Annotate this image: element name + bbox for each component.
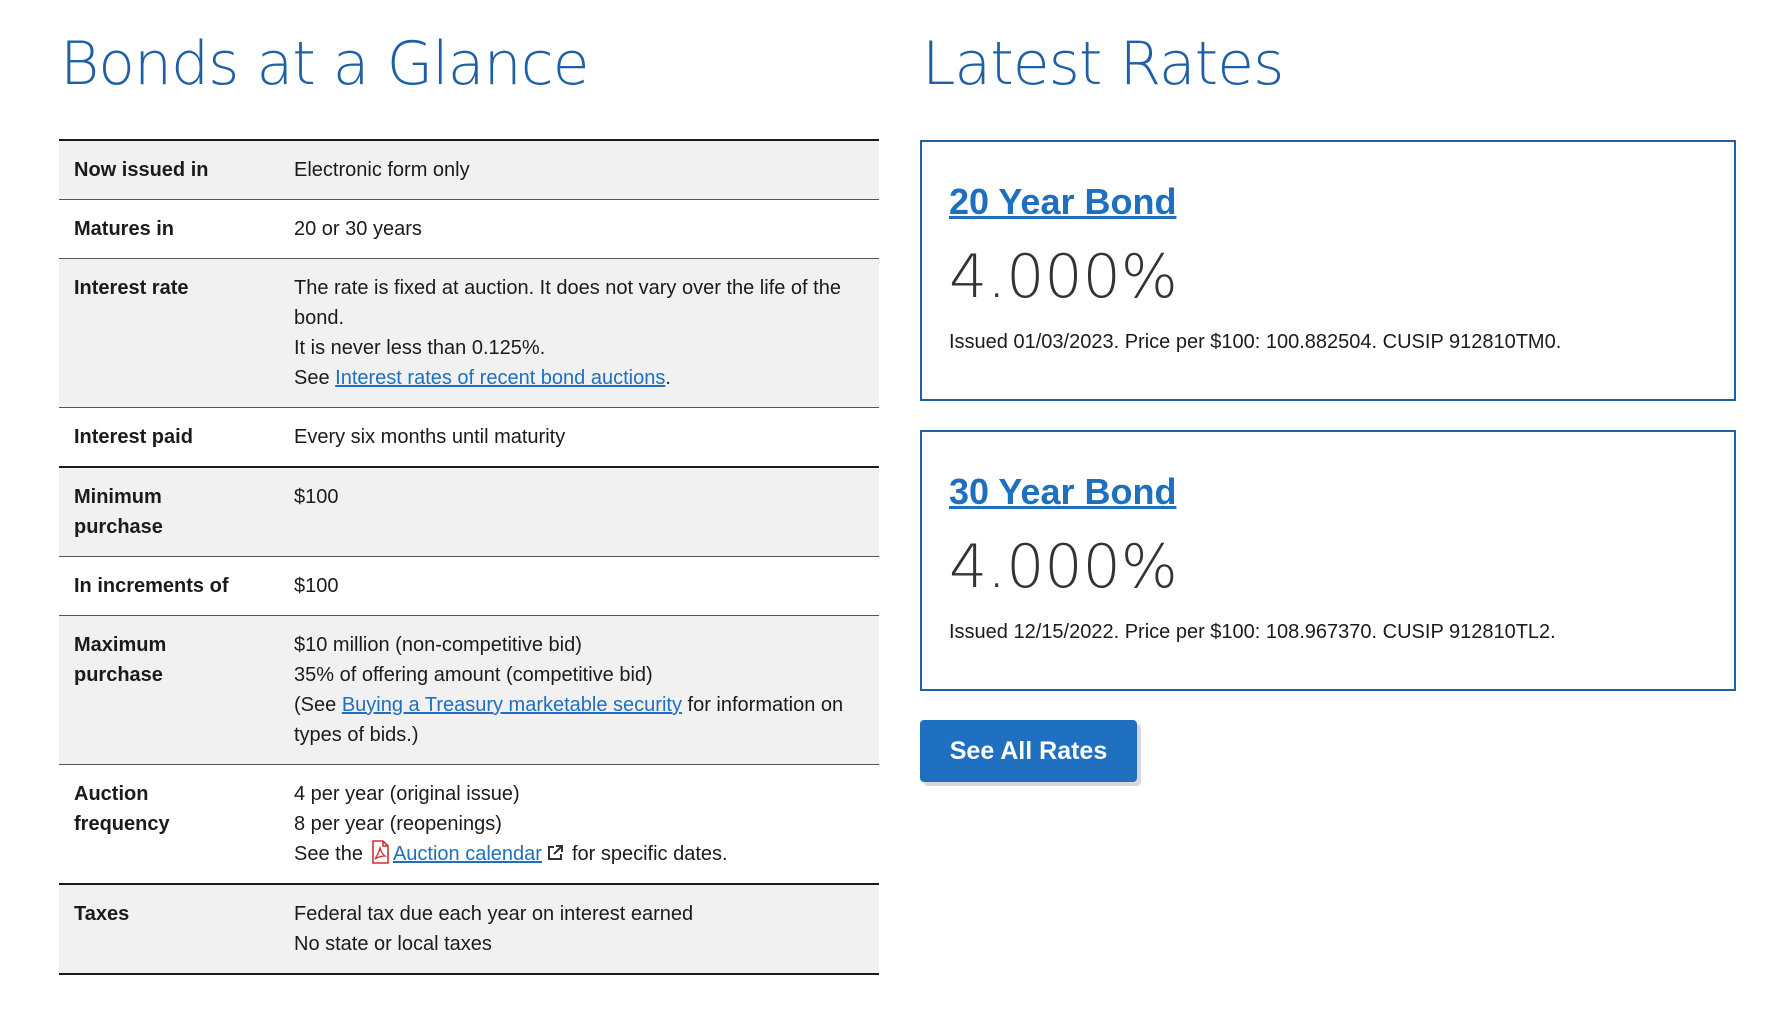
value-line-with-link: See Interest rates of recent bond auctio… bbox=[294, 363, 861, 393]
table-row: Matures in 20 or 30 years bbox=[59, 199, 879, 259]
table-row: Now issued in Electronic form only bbox=[59, 139, 879, 200]
rate-value: 4.000% bbox=[949, 532, 1178, 602]
row-label: Interest rate bbox=[59, 258, 264, 408]
rate-value: 4.000% bbox=[949, 242, 1178, 312]
rate-card-20-year: 20 Year Bond 4.000% Issued 01/03/2023. P… bbox=[920, 140, 1736, 401]
row-label: Minimum purchase bbox=[59, 467, 264, 557]
buying-treasury-security-link[interactable]: Buying a Treasury marketable security bbox=[342, 694, 682, 716]
row-value: $10 million (non-competitive bid) 35% of… bbox=[264, 615, 879, 765]
rate-description: Issued 12/15/2022. Price per $100: 108.9… bbox=[949, 621, 1556, 643]
row-value: 20 or 30 years bbox=[264, 199, 879, 259]
bonds-glance-table: Now issued in Electronic form only Matur… bbox=[59, 139, 879, 975]
row-value: $100 bbox=[264, 556, 879, 616]
row-value: Every six months until maturity bbox=[264, 407, 879, 468]
row-value: The rate is fixed at auction. It does no… bbox=[264, 258, 879, 408]
bonds-at-a-glance-title: Bonds at a Glance bbox=[60, 29, 590, 99]
table-row: Interest rate The rate is fixed at aucti… bbox=[59, 258, 879, 408]
row-value: $100 bbox=[264, 467, 879, 557]
row-value: 4 per year (original issue) 8 per year (… bbox=[264, 764, 879, 885]
rate-card-30-year: 30 Year Bond 4.000% Issued 12/15/2022. P… bbox=[920, 430, 1736, 691]
value-line: Federal tax due each year on interest ea… bbox=[294, 903, 694, 925]
row-value: Federal tax due each year on interest ea… bbox=[264, 884, 879, 975]
row-label: Interest paid bbox=[59, 407, 264, 468]
see-prefix: (See bbox=[294, 694, 342, 716]
row-label: Auction frequency bbox=[59, 764, 264, 885]
table-row: In increments of $100 bbox=[59, 556, 879, 616]
table-row: Maximum purchase $10 million (non-compet… bbox=[59, 615, 879, 765]
see-all-rates-button[interactable]: See All Rates bbox=[920, 720, 1137, 782]
interest-rates-recent-auctions-link[interactable]: Interest rates of recent bond auctions bbox=[335, 367, 665, 389]
auction-calendar-link[interactable]: Auction calendar bbox=[393, 843, 542, 865]
rate-description: Issued 01/03/2023. Price per $100: 100.8… bbox=[949, 331, 1562, 353]
value-line: 4 per year (original issue) bbox=[294, 783, 520, 805]
value-line: It is never less than 0.125%. bbox=[294, 337, 546, 359]
latest-rates-title: Latest Rates bbox=[922, 29, 1284, 99]
table-row: Taxes Federal tax due each year on inter… bbox=[59, 884, 879, 975]
external-link-icon bbox=[546, 841, 564, 860]
value-line-with-link: See the Auction calendar for specific date… bbox=[294, 839, 861, 869]
value-line: The rate is fixed at auction. It does no… bbox=[294, 277, 841, 329]
value-line: $10 million (non-competitive bid) bbox=[294, 634, 582, 656]
table-row: Interest paid Every six months until mat… bbox=[59, 407, 879, 468]
value-line-with-link: (See Buying a Treasury marketable securi… bbox=[294, 690, 861, 750]
see-prefix: See bbox=[294, 367, 336, 389]
row-label: Maximum purchase bbox=[59, 615, 264, 765]
20-year-bond-link[interactable]: 20 Year Bond bbox=[949, 180, 1176, 224]
see-prefix: See the bbox=[294, 843, 363, 865]
value-line: No state or local taxes bbox=[294, 933, 492, 955]
row-label: Now issued in bbox=[59, 139, 264, 200]
value-line: 35% of offering amount (competitive bid) bbox=[294, 664, 653, 686]
row-label: In increments of bbox=[59, 556, 264, 616]
table-row: Auction frequency 4 per year (original i… bbox=[59, 764, 879, 885]
table-row: Minimum purchase $100 bbox=[59, 467, 879, 557]
row-label: Matures in bbox=[59, 199, 264, 259]
30-year-bond-link[interactable]: 30 Year Bond bbox=[949, 470, 1176, 514]
row-value: Electronic form only bbox=[264, 139, 879, 200]
see-suffix: for specific dates. bbox=[571, 843, 728, 865]
value-line: 8 per year (reopenings) bbox=[294, 813, 502, 835]
pdf-icon bbox=[371, 840, 389, 864]
see-suffix: . bbox=[665, 367, 671, 389]
row-label: Taxes bbox=[59, 884, 264, 975]
